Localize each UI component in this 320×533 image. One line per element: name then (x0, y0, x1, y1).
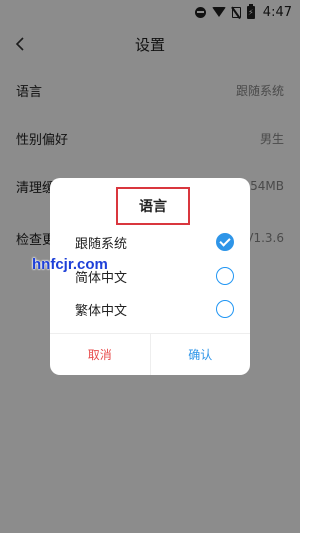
unchecked-radio-icon[interactable] (216, 300, 234, 318)
language-option-traditional-chinese[interactable]: 繁体中文 (50, 292, 250, 326)
language-dialog: 语言 跟随系统 简体中文 繁体中文 取消 确认 (50, 178, 250, 375)
checked-radio-icon[interactable] (216, 233, 234, 251)
unchecked-radio-icon[interactable] (216, 267, 234, 285)
option-label: 繁体中文 (75, 303, 128, 319)
dialog-title: 语言 (139, 199, 167, 215)
option-label: 跟随系统 (75, 236, 128, 252)
cancel-button[interactable]: 取消 (50, 334, 151, 375)
language-option-follow-system[interactable]: 跟随系统 (50, 225, 250, 259)
dialog-title-highlight: 语言 (116, 187, 190, 225)
confirm-button[interactable]: 确认 (151, 334, 251, 375)
watermark: hnfcjr.com (32, 256, 108, 273)
dialog-button-bar: 取消 确认 (50, 333, 250, 375)
